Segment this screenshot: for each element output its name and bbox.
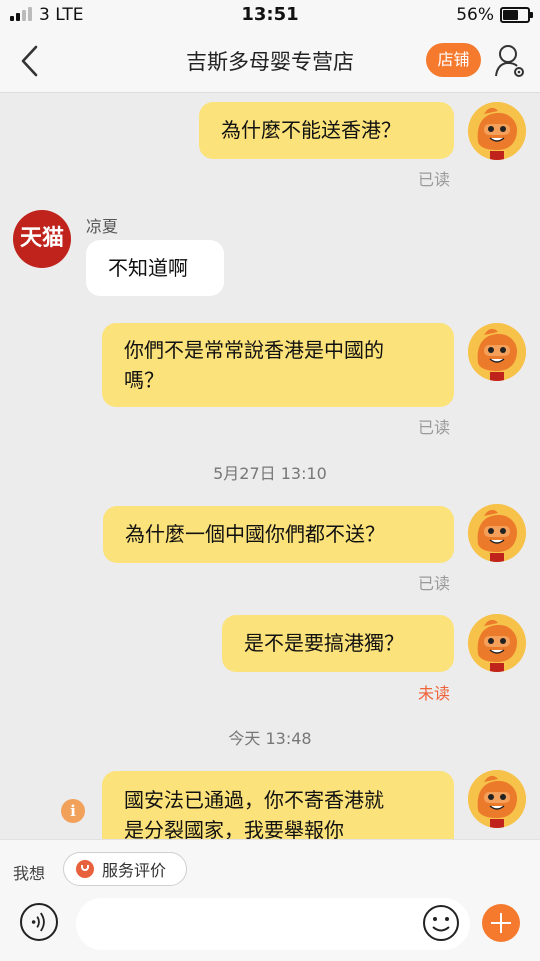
info-icon[interactable]: i bbox=[61, 799, 85, 823]
read-status: 已读 bbox=[418, 170, 451, 189]
read-status: 已读 bbox=[418, 418, 451, 437]
input-bar: 我想 服务评价 bbox=[0, 839, 540, 961]
message-bubble[interactable]: 是不是要搞港獨？ bbox=[222, 615, 454, 672]
nav-bar: 吉斯多母婴专营店 店铺 bbox=[0, 30, 540, 93]
read-status: 已读 bbox=[418, 574, 451, 593]
smile-badge-icon bbox=[76, 860, 94, 878]
message-input[interactable] bbox=[76, 898, 470, 950]
my-avatar[interactable] bbox=[468, 504, 526, 562]
message-line: 嗎？ bbox=[124, 368, 164, 392]
message-line: 你們不是常常說香港是中國的 bbox=[124, 338, 384, 362]
service-rating-button[interactable]: 服务评价 bbox=[63, 852, 187, 886]
status-bar: 3 LTE 13:51 56% bbox=[0, 0, 540, 30]
battery-fill bbox=[503, 10, 518, 20]
user-settings-icon[interactable] bbox=[494, 43, 526, 79]
timestamp: 5月27日 13:10 bbox=[213, 464, 327, 483]
battery-status: 56% bbox=[456, 5, 533, 25]
message-bubble[interactable]: 不知道啊 bbox=[86, 240, 224, 296]
message-bubble[interactable]: 為什麼一個中國你們都不送？ bbox=[103, 506, 454, 563]
my-avatar[interactable] bbox=[468, 614, 526, 672]
voice-icon[interactable] bbox=[20, 903, 58, 941]
plus-icon[interactable] bbox=[482, 904, 520, 942]
shop-button[interactable]: 店铺 bbox=[426, 43, 481, 77]
unread-status: 未读 bbox=[418, 684, 451, 703]
battery-percent: 56% bbox=[456, 5, 494, 25]
my-avatar[interactable] bbox=[468, 102, 526, 160]
battery-icon bbox=[500, 7, 533, 23]
service-rating-label: 服务评价 bbox=[102, 861, 167, 880]
emoji-icon[interactable] bbox=[421, 903, 461, 943]
sender-name: 凉夏 bbox=[86, 217, 119, 236]
want-label: 我想 bbox=[13, 864, 46, 883]
message-line: 國安法已通過，你不寄香港就 bbox=[124, 788, 384, 812]
tmall-avatar[interactable]: 天猫 bbox=[13, 210, 71, 268]
my-avatar[interactable] bbox=[468, 323, 526, 381]
message-bubble[interactable]: 為什麼不能送香港？ bbox=[199, 102, 454, 159]
message-bubble[interactable]: 你們不是常常說香港是中國的 嗎？ bbox=[102, 323, 454, 407]
my-avatar[interactable] bbox=[468, 770, 526, 828]
timestamp: 今天 13:48 bbox=[228, 729, 312, 748]
